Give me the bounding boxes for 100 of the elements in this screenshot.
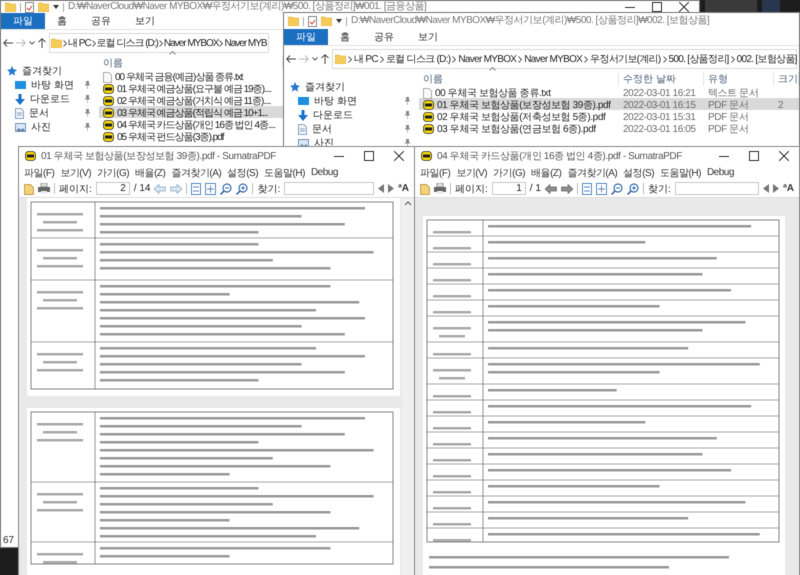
- find-next-icon[interactable]: [773, 184, 780, 193]
- menu-item[interactable]: 배율(Z): [135, 166, 166, 180]
- pin-icon: [84, 95, 91, 103]
- close-icon[interactable]: [779, 151, 789, 161]
- nav-item[interactable]: 즐겨찾기: [1, 64, 99, 78]
- file-row[interactable]: 04 우체국 카드상품(개인 16종 법인 4종....: [99, 118, 283, 130]
- pin-icon: [404, 111, 411, 119]
- fit-width-icon[interactable]: [596, 182, 607, 194]
- ribbon-tab[interactable]: 파일: [284, 29, 328, 45]
- match-case-button[interactable]: ªA: [398, 183, 409, 194]
- up-arrow-icon[interactable]: [38, 38, 46, 48]
- nav-item[interactable]: 바탕 화면: [284, 94, 419, 108]
- pdf-file-icon: [25, 151, 36, 161]
- recent-locations-icon[interactable]: [29, 41, 35, 45]
- back-arrow-icon[interactable]: [286, 55, 296, 63]
- menu-item[interactable]: 가기(G): [493, 166, 526, 180]
- column-header[interactable]: 수정한 날짜: [619, 72, 704, 86]
- file-row[interactable]: 05 우체국 펀드상품(3종).pdf: [99, 130, 283, 142]
- menu-item[interactable]: 파일(F): [24, 166, 54, 180]
- zoom-out-icon[interactable]: [610, 182, 623, 194]
- maximize-icon[interactable]: [749, 151, 759, 161]
- page-number-field[interactable]: 2: [96, 182, 130, 195]
- menu-item[interactable]: 가기(G): [97, 166, 130, 180]
- column-header[interactable]: 크기: [774, 72, 799, 86]
- menu-item[interactable]: 도움말(H): [660, 166, 701, 180]
- open-file-icon[interactable]: [420, 182, 430, 194]
- ribbon-tab[interactable]: 보기: [406, 29, 450, 45]
- file-name: 01 우체국 예금상품(요구불 예금 19종)....: [117, 83, 272, 96]
- properties-icon[interactable]: [25, 2, 34, 12]
- file-row[interactable]: 02 우체국 예금상품(거치식 예금 11종)....: [99, 94, 283, 106]
- find-field[interactable]: [284, 182, 374, 195]
- nav-item[interactable]: 다운로드: [284, 108, 419, 122]
- zoom-in-icon[interactable]: [626, 182, 639, 194]
- chevron-icon: [380, 56, 384, 62]
- menu-item[interactable]: Debug: [310, 167, 338, 178]
- previous-page-icon[interactable]: [544, 184, 557, 194]
- nav-item[interactable]: 문서: [284, 122, 419, 136]
- file-detail: 2022-03-01 16:05: [623, 124, 696, 134]
- desktop-icon: [298, 96, 309, 106]
- menu-item[interactable]: 보기(V): [60, 166, 92, 180]
- fit-page-icon[interactable]: [191, 182, 202, 194]
- zoom-out-icon[interactable]: [220, 182, 232, 194]
- file-name: 01 우체국 보험상품(보장성보험 39종).pdf: [437, 99, 611, 112]
- ribbon-tab[interactable]: 공유: [362, 29, 406, 45]
- page-number-field[interactable]: 1: [492, 182, 526, 195]
- print-icon[interactable]: [38, 183, 50, 194]
- file-row[interactable]: 00 우체국 금융(예금)상품 종류.txt: [99, 70, 283, 82]
- zoom-in-icon[interactable]: [236, 182, 248, 194]
- find-next-icon[interactable]: [388, 184, 394, 193]
- file-row[interactable]: 03 우체국 보험상품(연금보험 6종).pdf 2022-03-01 16:05 PDF 문서: [419, 122, 799, 134]
- ribbon-tab[interactable]: 홈: [328, 29, 362, 45]
- find-field[interactable]: [674, 182, 760, 195]
- next-page-icon[interactable]: [560, 184, 573, 194]
- file-row[interactable]: 01 우체국 보험상품(보장성보험 39종).pdf 2022-03-01 16:15 PDF 문서 2: [419, 98, 799, 110]
- menu-item[interactable]: 설정(S): [623, 166, 654, 180]
- address-bar[interactable]: 내 PC 로컬 디스크 (D:) Naver MYBOX Naver MYBOX 우정서기보(계리) 500. [상품정리] 002. [보험상품]: [332, 49, 797, 69]
- menu-item[interactable]: 배율(Z): [531, 166, 562, 180]
- recent-locations-icon[interactable]: [312, 57, 318, 61]
- file-row[interactable]: 00 우체국 보험상품 종류.txt 2022-03-01 16:21 텍스트 문서: [419, 86, 799, 98]
- nav-item[interactable]: 즐겨찾기: [284, 80, 419, 94]
- chevron-icon: [158, 40, 163, 46]
- file-row[interactable]: 01 우체국 예금상품(요구불 예금 19종)....: [99, 82, 283, 94]
- address-bar[interactable]: 내 PC 로컬 디스크 (D:) Naver MYBOX Naver MYB: [49, 33, 269, 53]
- up-arrow-icon[interactable]: [321, 54, 329, 64]
- close-icon[interactable]: [679, 2, 689, 12]
- menu-item[interactable]: Debug: [706, 167, 734, 178]
- fit-width-icon[interactable]: [205, 182, 216, 194]
- dropdown-caret-icon[interactable]: [336, 19, 342, 23]
- find-previous-icon[interactable]: [378, 184, 384, 193]
- maximize-icon[interactable]: [652, 2, 662, 12]
- menu-item[interactable]: 파일(F): [420, 166, 450, 180]
- file-row[interactable]: 03 우체국 예금상품(적립식 예금 10+1...: [99, 106, 283, 118]
- nav-item[interactable]: 사진: [1, 120, 99, 134]
- menu-item[interactable]: 즐겨찾기(A): [567, 166, 618, 180]
- ribbon-tab[interactable]: 홈: [45, 13, 79, 29]
- menu-item[interactable]: 보기(V): [456, 166, 488, 180]
- menu-item[interactable]: 설정(S): [227, 166, 258, 180]
- dropdown-caret-icon[interactable]: [53, 5, 59, 9]
- ribbon-tab[interactable]: 공유: [79, 13, 123, 29]
- file-row[interactable]: 02 우체국 보험상품(저축성보험 5종).pdf 2022-03-01 15:31 PDF 문서: [419, 110, 799, 122]
- column-header[interactable]: 유형: [704, 72, 774, 86]
- menu-item[interactable]: 즐겨찾기(A): [171, 166, 222, 180]
- fit-page-icon[interactable]: [582, 182, 592, 194]
- match-case-button[interactable]: ªA: [783, 183, 794, 194]
- nav-item[interactable]: 바탕 화면: [1, 78, 99, 92]
- nav-item[interactable]: 다운로드: [1, 92, 99, 106]
- ribbon-tab[interactable]: 파일: [1, 13, 45, 29]
- open-file-icon[interactable]: [24, 182, 34, 194]
- ribbon-tab[interactable]: 보기: [123, 13, 167, 29]
- find-previous-icon[interactable]: [763, 184, 770, 193]
- nav-item[interactable]: 문서: [1, 106, 99, 120]
- close-icon[interactable]: [394, 151, 404, 161]
- maximize-icon[interactable]: [364, 151, 374, 161]
- column-header[interactable]: 이름: [419, 72, 619, 86]
- scrollbar[interactable]: [402, 198, 414, 575]
- back-arrow-icon[interactable]: [3, 39, 13, 47]
- menu-item[interactable]: 도움말(H): [264, 166, 305, 180]
- properties-icon[interactable]: [308, 16, 317, 26]
- print-icon[interactable]: [434, 183, 446, 194]
- chevron-icon: [584, 56, 588, 62]
